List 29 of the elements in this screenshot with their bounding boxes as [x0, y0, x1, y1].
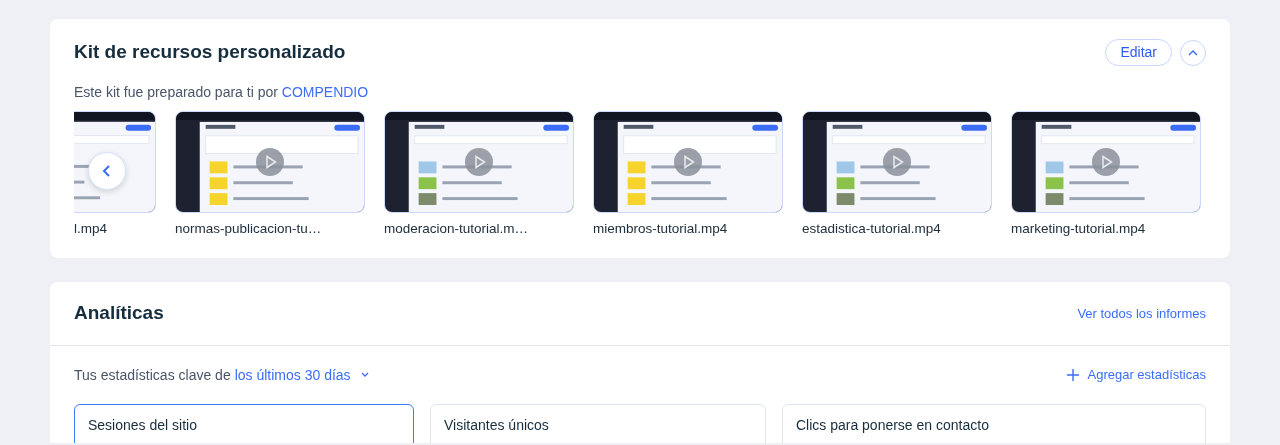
all-reports-link[interactable]: Ver todos los informes	[1077, 303, 1206, 324]
play-icon[interactable]	[256, 148, 284, 176]
section-title: Analíticas	[74, 302, 164, 325]
add-stats-link[interactable]: Agregar estadísticas	[1067, 365, 1206, 385]
video-name: moderacion-tutorial.m…	[384, 220, 530, 238]
stat-card[interactable]: Visitantes únicos	[430, 404, 766, 443]
period-label: Tus estadísticas clave de	[74, 365, 231, 385]
collapse-button[interactable]	[1180, 39, 1206, 66]
author-link[interactable]: COMPENDIO	[281, 84, 369, 100]
stat-title: Sesiones del sitio	[88, 417, 197, 433]
chevron-left-icon	[101, 164, 113, 178]
period-dropdown[interactable]: los últimos 30 días	[234, 364, 351, 386]
video-name: estadistica-tutorial.mp4	[802, 220, 942, 238]
stat-title: Clics para ponerse en contacto	[795, 417, 989, 433]
play-icon[interactable]	[883, 148, 911, 176]
play-icon[interactable]	[1092, 148, 1120, 176]
edit-button[interactable]: Editar	[1105, 39, 1172, 66]
stat-title: Visitantes únicos	[444, 417, 549, 433]
stat-card[interactable]: Sesiones del sitio	[74, 404, 415, 443]
video-name: marketing-tutorial.mp4	[1011, 220, 1147, 238]
video-name: l.mp4	[74, 220, 108, 238]
video-name: miembros-tutorial.mp4	[593, 220, 729, 238]
video-name: normas-publicacion-tu…	[175, 220, 323, 238]
play-icon[interactable]	[674, 148, 702, 176]
plus-icon	[1067, 369, 1080, 381]
play-icon[interactable]	[465, 148, 493, 176]
section-title: Kit de recursos personalizado	[74, 41, 346, 64]
stat-card[interactable]: Clics para ponerse en contacto	[781, 404, 1206, 443]
kit-description: Este kit fue preparado para ti por COMPENDIO	[74, 83, 370, 102]
